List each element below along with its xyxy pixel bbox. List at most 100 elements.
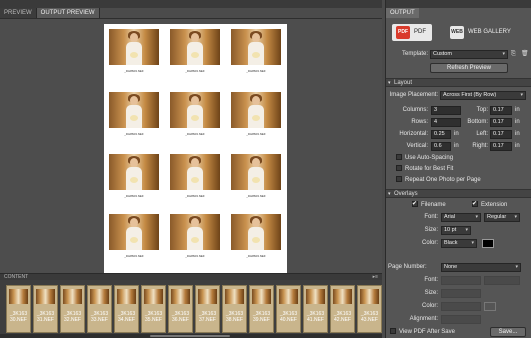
top-margin-field[interactable]: 0.17 <box>490 106 512 115</box>
filmstrip-item[interactable]: _3K163 39.NEF <box>249 285 274 333</box>
thumbnail-caption: _DH8603.NEF <box>246 132 266 136</box>
filmstrip-item[interactable]: _3K163 36.NEF <box>168 285 193 333</box>
right-label: Right: <box>472 143 488 149</box>
contact-sheet-thumbnail: _DH8603.NEF <box>231 92 281 140</box>
filmstrip-photo <box>252 289 271 304</box>
refresh-preview-button[interactable]: Refresh Preview <box>430 63 508 73</box>
top-strip <box>0 0 382 8</box>
top-label: Top: <box>476 107 488 113</box>
filmstrip-item[interactable]: _3K163 38.NEF <box>222 285 247 333</box>
right-margin-field[interactable]: 0.17 <box>490 142 512 151</box>
columns-field[interactable]: 3 <box>431 106 461 115</box>
size-select[interactable]: 10 pt <box>441 226 471 235</box>
rotate-fit-checkbox[interactable]: Rotate for Best Fit <box>396 164 453 174</box>
bride-photo <box>231 29 281 65</box>
thumbnail-caption: _DH8603.NEF <box>185 132 205 136</box>
filmstrip-filename: _3K163 43.NEF <box>360 311 379 323</box>
filmstrip-item[interactable]: _3K163 34.NEF <box>114 285 139 333</box>
filmstrip-filename: _3K163 31.NEF <box>36 311 55 323</box>
left-margin-field[interactable]: 0.17 <box>490 130 512 139</box>
vertical-spacing-field[interactable]: 0.6 <box>431 142 451 151</box>
horizontal-spacing-field[interactable]: 0.25 <box>431 130 451 139</box>
pdf-icon: PDF <box>396 26 410 39</box>
tab-output[interactable]: OUTPUT <box>386 8 419 18</box>
thumbnail-caption: _DH8603.NEF <box>124 69 144 73</box>
font-style-select[interactable]: Regular <box>484 213 520 222</box>
bottom-margin-field[interactable]: 0.17 <box>490 118 512 127</box>
rotate-fit-label: Rotate for Best Fit <box>405 166 454 172</box>
view-pdf-checkbox[interactable]: View PDF After Save <box>390 327 455 337</box>
filmstrip-item[interactable]: _3K163 40.NEF <box>276 285 301 333</box>
web-gallery-button[interactable]: WEB WEB GALLERY <box>446 24 526 41</box>
template-label: Template: <box>401 51 428 57</box>
image-placement-select[interactable]: Across First (By Row) <box>440 91 526 100</box>
right-unit: in <box>515 143 520 149</box>
auto-spacing-box[interactable] <box>396 154 402 160</box>
output-panel: OUTPUT PDF PDF WEB WEB GALLERY Template:… <box>385 0 531 338</box>
web-gallery-label: WEB GALLERY <box>468 29 511 35</box>
contact-sheet-thumbnail: _DH8603.NEF <box>170 92 220 140</box>
tab-output-preview[interactable]: OUTPUT PREVIEW <box>36 8 100 18</box>
filmstrip-item[interactable]: _3K163 35.NEF <box>141 285 166 333</box>
filmstrip-filename: _3K163 30.NEF <box>9 311 28 323</box>
filmstrip-item[interactable]: _3K163 30.NEF <box>6 285 31 333</box>
page-number-select[interactable]: None <box>441 263 521 272</box>
filmstrip-item[interactable]: _3K163 43.NEF <box>357 285 382 333</box>
save-template-icon[interactable]: ⎘ <box>511 49 516 59</box>
font-label: Font: <box>424 214 438 220</box>
bride-photo <box>231 154 281 190</box>
color-select[interactable]: Black <box>441 239 477 248</box>
filmstrip-photo <box>9 289 28 304</box>
filmstrip-item[interactable]: _3K163 37.NEF <box>195 285 220 333</box>
contact-sheet-thumbnail: _DH8603.NEF <box>170 29 220 77</box>
scrollbar-thumb[interactable] <box>150 335 230 337</box>
extension-checkbox[interactable]: Extension <box>472 199 507 210</box>
bride-photo <box>231 92 281 128</box>
color-swatch[interactable] <box>482 239 494 248</box>
right-top-strip <box>386 0 531 8</box>
filmstrip-filename: _3K163 32.NEF <box>63 311 82 323</box>
bottom-label: Bottom: <box>467 119 488 125</box>
save-button[interactable]: Save... <box>490 327 526 337</box>
filmstrip-item[interactable]: _3K163 32.NEF <box>60 285 85 333</box>
contact-sheet-thumbnail: _DH8603.NEF <box>109 214 159 262</box>
filmstrip-photo <box>333 289 352 304</box>
layout-section-header[interactable]: Layout <box>386 78 531 87</box>
filmstrip-filename: _3K163 36.NEF <box>171 311 190 323</box>
delete-template-icon[interactable]: 🗑 <box>521 49 529 59</box>
rows-field[interactable]: 4 <box>431 118 461 127</box>
repeat-photo-label: Repeat One Photo per Page <box>405 177 481 183</box>
repeat-photo-checkbox[interactable]: Repeat One Photo per Page <box>396 175 481 185</box>
filmstrip-item[interactable]: _3K163 41.NEF <box>303 285 328 333</box>
repeat-photo-box[interactable] <box>396 176 402 182</box>
filmstrip-item[interactable]: _3K163 42.NEF <box>330 285 355 333</box>
filmstrip-photo <box>144 289 163 304</box>
view-pdf-box[interactable] <box>390 328 396 334</box>
thumbnail-caption: _DH8603.NEF <box>246 254 266 258</box>
filename-checkbox[interactable]: Filename <box>412 199 446 210</box>
filmstrip-filename: _3K163 35.NEF <box>144 311 163 323</box>
font-select[interactable]: Arial <box>441 213 481 222</box>
filmstrip-filename: _3K163 39.NEF <box>252 311 271 323</box>
filmstrip-filename: _3K163 42.NEF <box>333 311 352 323</box>
rotate-fit-box[interactable] <box>396 165 402 171</box>
filmstrip-photo <box>63 289 82 304</box>
filmstrip-photo <box>225 289 244 304</box>
tab-preview[interactable]: PREVIEW <box>0 8 37 18</box>
filmstrip-item[interactable]: _3K163 33.NEF <box>87 285 112 333</box>
pdf-label: PDF <box>414 29 426 35</box>
filename-box[interactable] <box>412 199 418 209</box>
auto-spacing-checkbox[interactable]: Use Auto-Spacing <box>396 153 453 163</box>
extension-box[interactable] <box>472 199 478 209</box>
preview-canvas: _DH8603.NEF _DH8603.NEF _DH8603.NEF _DH8603… <box>0 18 382 273</box>
columns-label: Columns: <box>402 107 428 113</box>
pn-style-field <box>484 276 520 285</box>
filmstrip-item[interactable]: _3K163 31.NEF <box>33 285 58 333</box>
filmstrip-photo <box>36 289 55 304</box>
filmstrip-filename: _3K163 41.NEF <box>306 311 325 323</box>
template-select[interactable]: Custom <box>430 50 508 59</box>
filmstrip-scrollbar[interactable] <box>0 334 382 338</box>
overlays-section-header[interactable]: Overlays <box>386 189 531 198</box>
filmstrip-filename: _3K163 34.NEF <box>117 311 136 323</box>
pdf-output-button[interactable]: PDF PDF <box>392 24 432 41</box>
